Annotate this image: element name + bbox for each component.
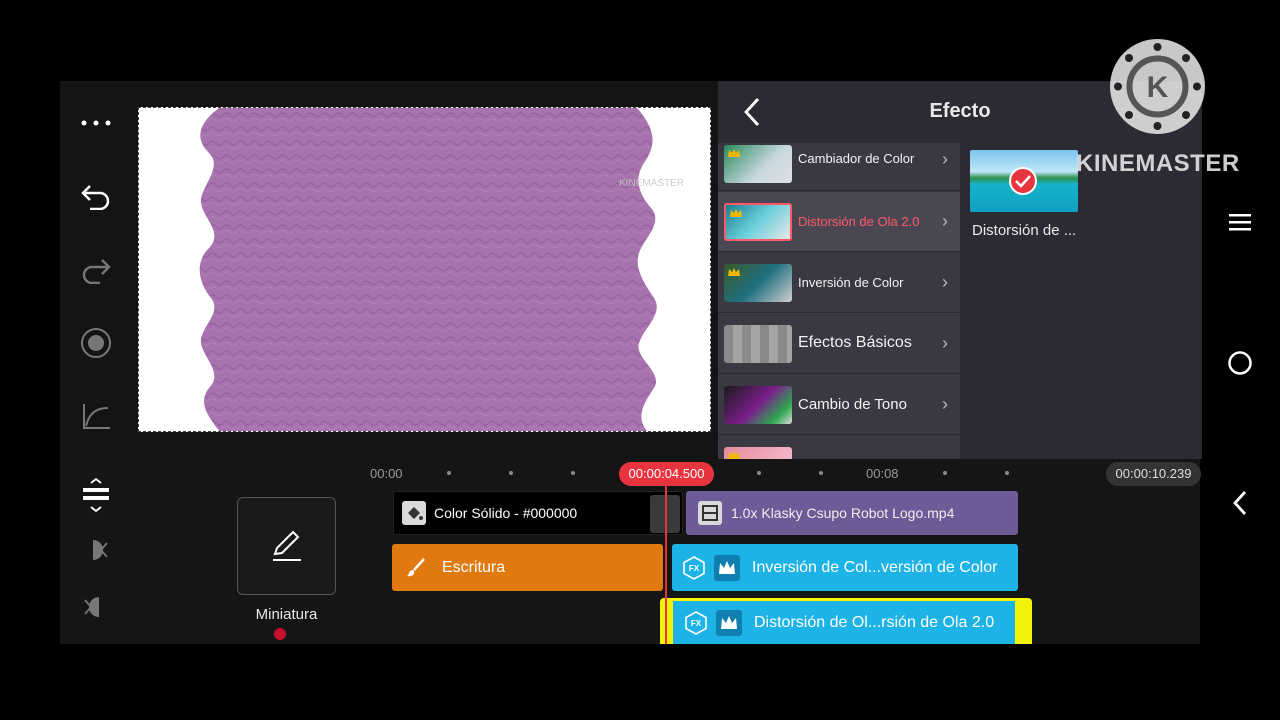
effect-clip-wave-distortion[interactable]: FX Distorsión de Ol...rsión de Ola 2.0 <box>660 598 1032 644</box>
playhead[interactable] <box>665 486 667 644</box>
clip-label: Distorsión de Ol...rsión de Ola 2.0 <box>754 613 995 631</box>
svg-text:FX: FX <box>689 564 700 573</box>
kinemaster-watermark-text: KINEMASTER <box>1076 150 1240 177</box>
ruler-tick <box>757 471 761 475</box>
fx-hexagon-icon: FX <box>685 610 707 635</box>
preview-watermark-text: KINEMASTER <box>619 178 685 189</box>
audio-right-icon[interactable] <box>76 587 116 627</box>
track-adjust-icon[interactable] <box>76 475 116 515</box>
ruler-tick <box>819 471 823 475</box>
kinemaster-logo: K <box>1110 39 1205 134</box>
effect-category-list: Cambiador de Color › Distorsión de Ola 2… <box>718 143 960 459</box>
effect-item-tone-change[interactable]: Cambio de Tono › <box>718 375 960 435</box>
thumbnail-button[interactable] <box>237 497 336 595</box>
premium-crown-icon <box>716 609 742 636</box>
effect-item-basic-effects[interactable]: Efectos Básicos › <box>718 314 960 374</box>
system-back-icon[interactable] <box>1220 483 1260 523</box>
handwriting-clip[interactable]: Escritura <box>392 544 663 591</box>
effect-item-wave-distortion[interactable]: Distorsión de Ola 2.0 › <box>718 192 960 252</box>
ruler-tick <box>571 471 575 475</box>
effect-clip-color-invert[interactable]: FX Inversión de Col...versión de Color <box>672 544 1018 591</box>
effect-item-label: Distorsión de Ola 2.0 <box>798 214 920 229</box>
effect-item-label: Inversión de Color <box>798 275 904 290</box>
effect-item-color-changer[interactable]: Cambiador de Color › <box>718 131 960 191</box>
ruler-tick <box>447 471 451 475</box>
svg-text:K: K <box>1147 71 1169 104</box>
record-voice-icon[interactable] <box>76 323 116 363</box>
premium-crown-icon <box>730 209 742 217</box>
video-preview[interactable]: KINEMASTER <box>138 107 711 432</box>
home-icon[interactable] <box>1220 343 1260 383</box>
chevron-right-icon: › <box>942 272 948 292</box>
film-icon <box>698 501 722 525</box>
effect-item-color-invert[interactable]: Inversión de Color › <box>718 253 960 313</box>
undo-icon[interactable] <box>76 176 116 216</box>
ruler-label: 00:00 <box>370 466 403 481</box>
menu-icon[interactable] <box>1220 202 1260 242</box>
effect-panel: Efecto Cambiador de Color › Distorsión d… <box>718 81 1202 459</box>
effect-item-label: Efectos Básicos <box>798 334 912 351</box>
effect-thumbnail <box>724 386 792 424</box>
ruler-tick <box>509 471 513 475</box>
record-indicator <box>274 628 286 640</box>
thumbnail-label: Miniatura <box>255 606 318 623</box>
effect-thumbnail <box>724 203 792 241</box>
chevron-right-icon: › <box>942 211 948 231</box>
clip-label: 1.0x Klasky Csupo Robot Logo.mp4 <box>731 505 955 521</box>
audio-left-icon[interactable] <box>76 530 116 570</box>
chevron-right-icon: › <box>942 333 948 353</box>
pencil-icon <box>272 530 301 561</box>
effect-thumbnail <box>724 264 792 302</box>
curve-chart-icon[interactable] <box>76 396 116 436</box>
end-time-badge: 00:00:10.239 <box>1106 462 1201 486</box>
selected-effect-thumbnail[interactable] <box>970 150 1078 212</box>
premium-crown-icon <box>714 554 740 581</box>
ruler-tick <box>1005 471 1009 475</box>
redo-icon[interactable] <box>76 250 116 290</box>
effect-thumbnail <box>724 325 792 363</box>
chevron-right-icon: › <box>942 394 948 414</box>
premium-crown-icon <box>728 268 740 276</box>
clip-label: Inversión de Col...versión de Color <box>752 558 998 576</box>
video-clip[interactable]: 1.0x Klasky Csupo Robot Logo.mp4 <box>686 491 1018 535</box>
brush-icon <box>407 557 425 576</box>
effect-item-next[interactable] <box>718 436 960 459</box>
solid-color-clip[interactable]: Color Sólido - #000000 <box>393 491 683 535</box>
effect-item-label: Cambio de Tono <box>798 396 907 413</box>
wave-distortion-frame <box>199 108 657 431</box>
fx-hexagon-icon: FX <box>683 555 705 580</box>
selected-effect-label: Distorsión de ... <box>972 222 1077 239</box>
premium-crown-icon <box>728 149 740 157</box>
check-circle-icon <box>1009 167 1037 195</box>
paint-bucket-icon <box>402 501 426 525</box>
ruler-label: 00:08 <box>866 466 899 481</box>
clip-label: Escritura <box>442 558 506 576</box>
ruler-tick <box>943 471 947 475</box>
svg-text:FX: FX <box>691 619 702 628</box>
effect-thumbnail <box>724 447 792 459</box>
premium-crown-icon <box>728 451 740 459</box>
effect-item-label: Cambiador de Color <box>798 151 915 166</box>
more-options-icon[interactable] <box>76 103 116 143</box>
clip-label: Color Sólido - #000000 <box>434 505 578 521</box>
effect-thumbnail <box>724 145 792 183</box>
clip-trim-handle-right[interactable] <box>1015 601 1029 644</box>
chevron-right-icon: › <box>942 149 948 169</box>
current-time-badge[interactable]: 00:00:04.500 <box>619 462 714 486</box>
